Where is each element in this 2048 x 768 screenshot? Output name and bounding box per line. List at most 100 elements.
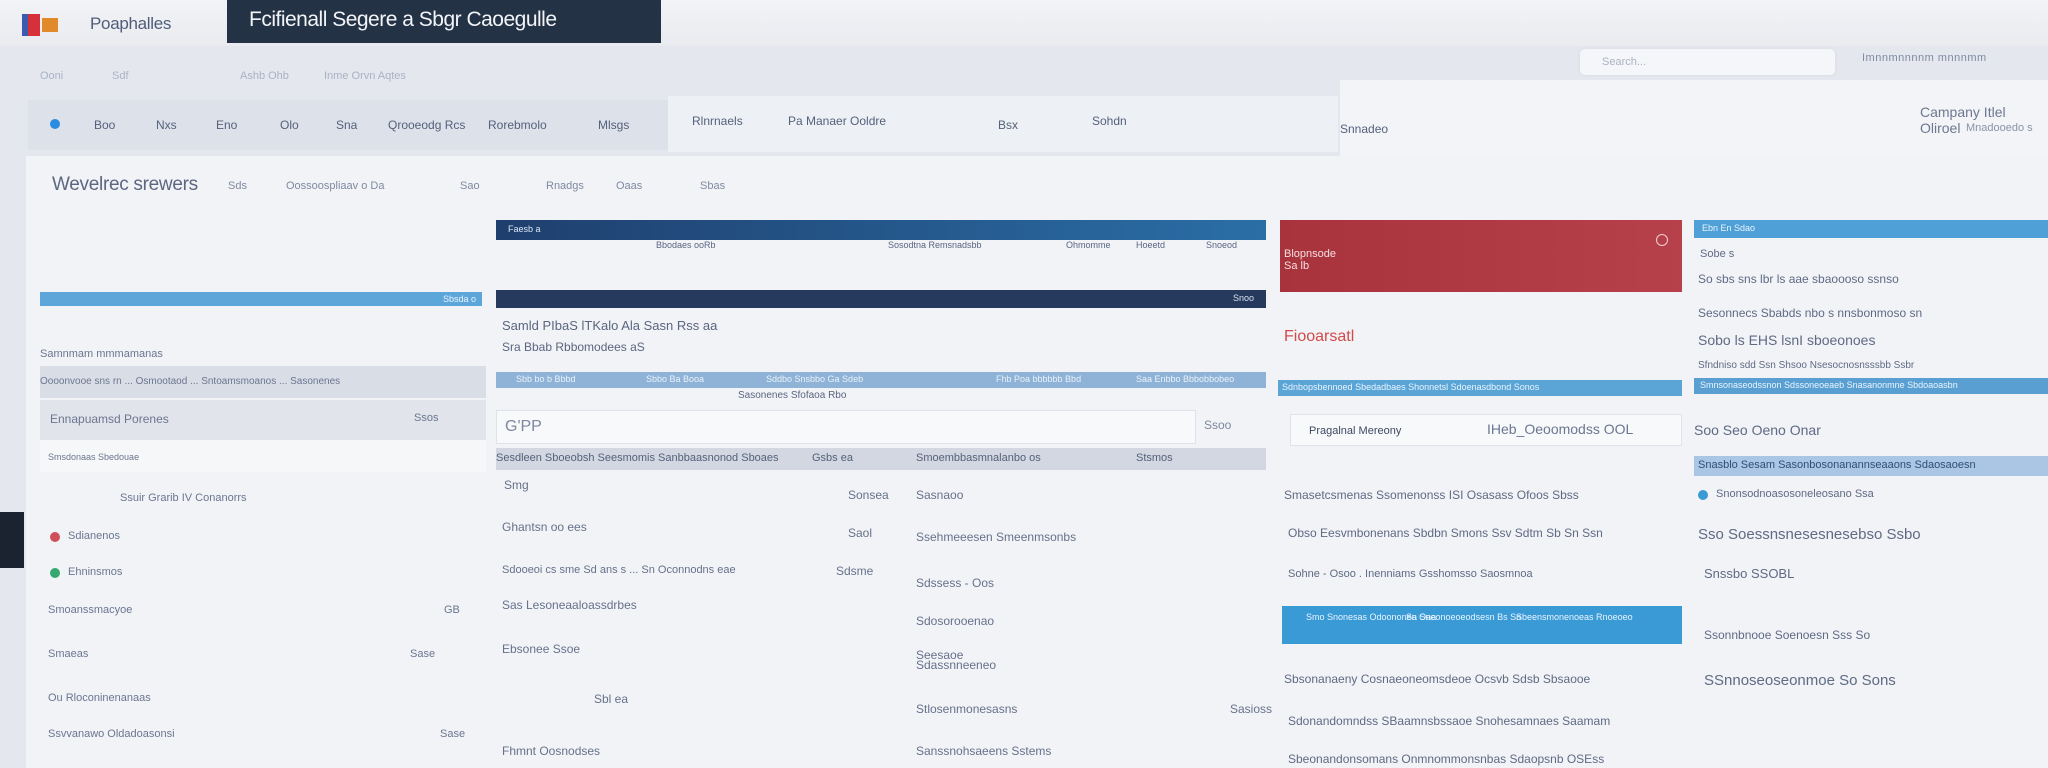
strip-cell[interactable]: Sesdleen Sboeobsh Seesmomis Sanbbaasnono… [496, 452, 779, 464]
panel-line: Soo Seo Oeno Onar [1694, 422, 1821, 438]
list-item[interactable]: Ehninsmos [68, 566, 514, 578]
red-status-icon [50, 532, 60, 542]
table-cell: Smg [504, 478, 529, 492]
table-cell: Ebsonee Ssoe [502, 642, 581, 656]
radio-icon[interactable] [1656, 234, 1668, 246]
menu-item[interactable]: Eno [216, 118, 237, 132]
list-item[interactable]: Ou Rloconinenanaas [48, 692, 494, 704]
banner-text: Sa Sneonoeoeodsesn Bs Sn [1406, 612, 1522, 622]
memory-card[interactable]: Pragalnal Mereony IHeb_Oeoomodss OOL [1290, 414, 1682, 446]
table-cell: Sasioss [1230, 702, 1273, 716]
menu-bar-secondary: Rlnrnaels Pa Manaer Ooldre Bsx Sohdn [668, 96, 1338, 152]
table-cell: Sdsme [836, 564, 874, 578]
center-subheader-bar: Snoo [496, 290, 1266, 308]
card-label: Blopnsode [1284, 248, 1336, 260]
list-item[interactable]: Ssvvanawo Oldadoasonsi [48, 728, 494, 740]
subnav-item[interactable]: Ooni [40, 70, 63, 82]
strip-cell[interactable]: Sddbo Snsbbo Ga Sdeb [766, 374, 863, 384]
header-cell[interactable]: Faesb a [508, 224, 541, 234]
list-item-value: Sase [410, 648, 436, 660]
table-cell: Sasnaoo [916, 488, 964, 502]
section-strip: Sdnbopsbennoed Sbedadbaes Shonnetsl Sdoe… [1278, 380, 1682, 396]
strip-text: Snasblo Sesam Sasonbosonanannseaaons Sda… [1698, 459, 1976, 471]
menu-bar: Boo Nxs Eno Olo Sna Qrooeodg Rcs Rorebmo… [28, 100, 668, 150]
strip-cell[interactable]: Gsbs ea [812, 452, 853, 464]
header-cell[interactable]: Snoeod [1206, 240, 1237, 250]
app-logo-icon[interactable] [22, 14, 62, 36]
panel-line: Sbsonanaeny Cosnaeoneomsdeoe Ocsvb Sdsb … [1284, 672, 1591, 686]
menu-item[interactable]: Pa Manaer Ooldre [788, 114, 886, 128]
center-input[interactable]: G'PP [496, 410, 1196, 444]
menu-item[interactable]: Qrooeodg Rcs [388, 118, 465, 132]
window-title-tab[interactable]: Fcifienall Segere a Sbgr Caoegulle [227, 0, 661, 43]
panel-line: Sdonandomndss SBaamnsbssaoe Snohesamnaes… [1288, 714, 1611, 728]
card-value: IHeb_Oeoomodss OOL [1487, 421, 1634, 437]
list-item[interactable]: Samnmam mmmamanas [40, 348, 486, 360]
workspace-tab[interactable]: Oaas [616, 180, 642, 192]
card-sub: Sa lb [1284, 260, 1310, 272]
menu-item[interactable]: Sohdn [1092, 114, 1127, 128]
strip-cell[interactable]: Saa Enbbo Bbbobbobeo [1136, 374, 1234, 384]
list-item[interactable]: Oooonvooe sns rn ... Osmootaod ... Sntoa… [40, 376, 486, 387]
info-dot-icon [1698, 490, 1708, 500]
panel-line: Sohne - Osoo . Inenniams Gsshomsso Saosm… [1288, 568, 1533, 580]
panel-line: Obso Eesvmbonenans Sbdbn Smons Ssv Sdtm … [1288, 526, 1603, 540]
workspace-tab[interactable]: Rnadgs [546, 180, 584, 192]
table-cell: Sdassnneeneo [916, 658, 997, 672]
workspace-tab[interactable]: Oossoospliaav o Da [286, 180, 384, 192]
strip-cell[interactable]: Fhb Poa bbbbbb Bbd [996, 374, 1081, 384]
table-cell: Sanssnohsaeens Sstems [916, 744, 1052, 758]
menu-item[interactable]: Rlnrnaels [692, 114, 743, 128]
info-banner[interactable]: Smo Snonesas Odoononen Oaa Sa Sneonoeoeo… [1282, 606, 1682, 644]
menu-item[interactable]: Nxs [156, 118, 177, 132]
brand-name: Poaphalles [90, 14, 172, 33]
menu-item[interactable]: Snnadeo [1340, 122, 1388, 136]
menu-item[interactable]: Olo [280, 118, 299, 132]
workspace-tab[interactable]: Sao [460, 180, 480, 192]
center-heading: Samld PIbaS lTKalo Ala Sasn Rss aa [502, 318, 718, 333]
header-cell[interactable]: Hoeetd [1136, 240, 1165, 250]
table-cell: Stlosenmonesasns [916, 702, 1018, 716]
strip-cell[interactable]: Smoembbasmnalanbo os [916, 452, 1041, 464]
menu-item[interactable]: Sna [336, 118, 357, 132]
strip-cell[interactable]: Sbbo Ba Booa [646, 374, 704, 384]
header-cell[interactable]: Sosodtna Remsnadsbb [888, 240, 982, 250]
subnav-item[interactable]: Ashb Ohb [240, 70, 289, 82]
green-status-icon [50, 568, 60, 578]
strip-cell[interactable]: Stsmos [1136, 452, 1173, 464]
workspace-tab[interactable]: Sbas [700, 180, 725, 192]
list-item[interactable]: Sdianenos [68, 530, 514, 542]
panel-line: Sso Soessnsnesesnesebso Ssbo [1698, 526, 1921, 543]
right-panel-strip-2: Snasblo Sesam Sasonbosonanannseaaons Sda… [1694, 456, 2048, 476]
menu-item[interactable]: Rorebmolo [488, 118, 547, 132]
subnav-item[interactable]: Sdf [112, 70, 129, 82]
menu-dot-icon[interactable] [50, 118, 60, 132]
center-gray-strip: Sesdleen Sboeobsh Seesmomis Sanbbaasnono… [496, 448, 1266, 470]
right-panel-strip: Smnsonaseodssnon Sdssoneoeaeb Snasanonmn… [1694, 378, 2048, 394]
menu-item[interactable]: Bsx [998, 118, 1018, 132]
top-right-links[interactable]: Imnnmnnnnm mnnnmm [1862, 52, 1987, 64]
workspace-tab[interactable]: Sds [228, 180, 247, 192]
right-panel-header-bar: Ebn En Sdao [1694, 220, 2048, 238]
table-cell: Sas Lesoneaaloassdrbes [502, 598, 637, 612]
top-search-input[interactable]: Search... [1580, 49, 1835, 75]
red-highlight-card[interactable]: Blopnsode Sa lb [1280, 220, 1682, 292]
list-item[interactable]: Ssuir Grarib IV Conanorrs [120, 492, 566, 504]
menu-item[interactable]: Boo [94, 118, 115, 132]
panel-line: SSnnoseoseonmoe So Sons [1704, 672, 1896, 689]
side-handle[interactable] [0, 512, 24, 568]
subnav-item[interactable]: Inme Orvn Aqtes [324, 70, 406, 82]
panel-line: Snonsodnoasosoneleosano Ssa [1716, 488, 1874, 500]
list-item[interactable]: Smsdonaas Sbedouae [48, 452, 494, 462]
header-cell[interactable]: Bbodaes ooRb [656, 240, 716, 250]
table-cell: Sonsea [848, 488, 889, 502]
input-suffix: Ssoo [1204, 418, 1232, 432]
table-cell: Sdssess - Oos [916, 576, 995, 590]
header-cell[interactable]: Ohmomme [1066, 240, 1111, 250]
strip-text: Smnsonaseodssnon Sdssoneoeaeb Snasanonmn… [1700, 380, 1958, 390]
strip-cell[interactable]: Sbb bo b Bbbd [516, 374, 576, 384]
list-item[interactable]: Smoanssmacyoe [48, 604, 494, 616]
table-cell: Saol [848, 526, 873, 540]
menu-item[interactable]: Mlsgs [598, 118, 629, 132]
left-panel-header-bar: Sbsda o [40, 292, 482, 306]
